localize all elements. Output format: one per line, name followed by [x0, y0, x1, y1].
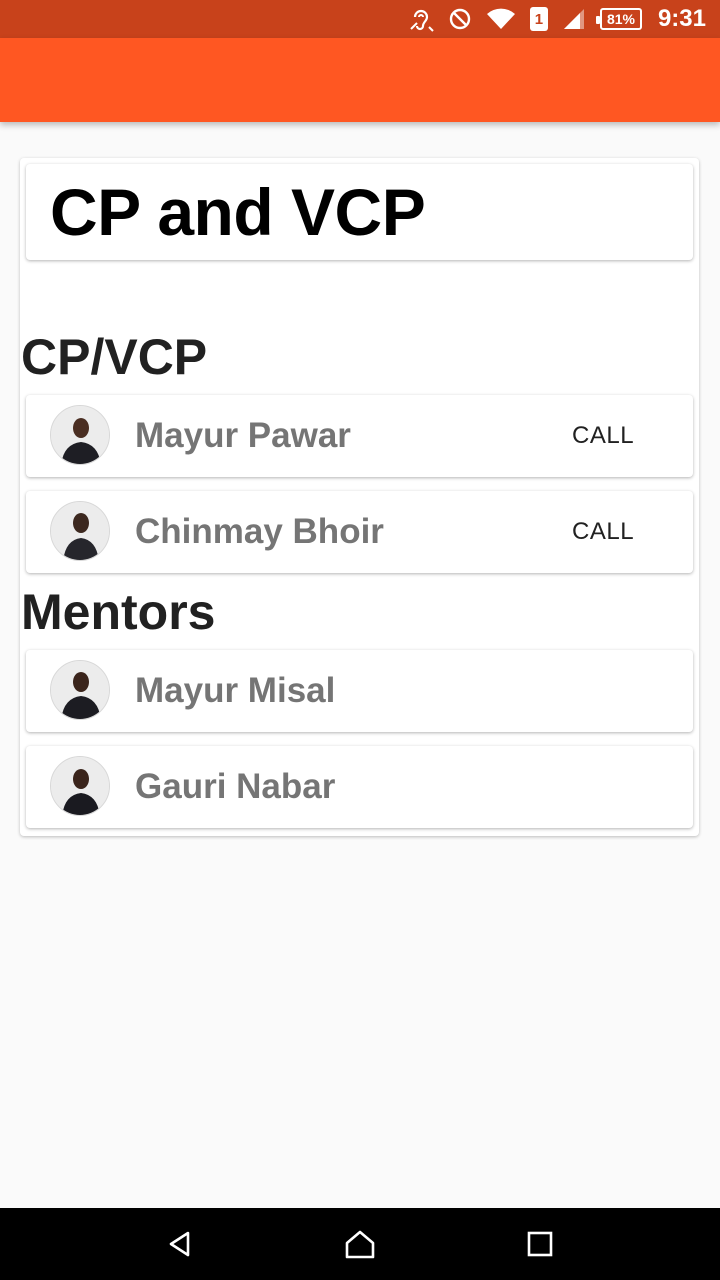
list-item: Gauri Nabar: [26, 746, 693, 828]
section-heading-mentors: Mentors: [21, 584, 216, 640]
list-item: Chinmay Bhoir CALL: [26, 491, 693, 573]
avatar: [50, 501, 110, 561]
recents-icon[interactable]: [520, 1228, 560, 1260]
avatar: [50, 405, 110, 465]
person-name: Gauri Nabar: [135, 767, 336, 806]
status-bar: 1 81% 9:31: [0, 0, 720, 38]
list-item: Mayur Misal: [26, 650, 693, 732]
wifi-icon: [486, 7, 516, 31]
content-card: CP and VCP CP/VCP Mayur Pawar CALL Chinm…: [20, 158, 699, 836]
do-not-disturb-icon: [448, 7, 472, 31]
home-icon[interactable]: [340, 1228, 380, 1260]
clock: 9:31: [657, 5, 706, 32]
page-title: CP and VCP: [50, 175, 426, 249]
list-item: Mayur Pawar CALL: [26, 395, 693, 477]
avatar: [50, 660, 110, 720]
title-card: CP and VCP: [26, 164, 693, 260]
hearing-aid-icon: [408, 6, 434, 32]
person-name: Mayur Pawar: [135, 416, 351, 455]
back-icon[interactable]: [160, 1228, 200, 1260]
call-button[interactable]: CALL: [562, 510, 644, 554]
cellular-signal-icon: [562, 7, 586, 31]
call-button[interactable]: CALL: [562, 414, 644, 458]
person-name: Chinmay Bhoir: [135, 512, 384, 551]
person-name: Mayur Misal: [135, 671, 336, 710]
battery-percent: 81%: [606, 11, 635, 27]
navigation-bar: [0, 1208, 720, 1280]
section-heading-cp-vcp: CP/VCP: [21, 329, 208, 385]
battery-icon: 81%: [595, 8, 642, 30]
sim-icon: 1: [529, 7, 548, 31]
avatar: [50, 756, 110, 816]
app-bar: [0, 38, 720, 122]
